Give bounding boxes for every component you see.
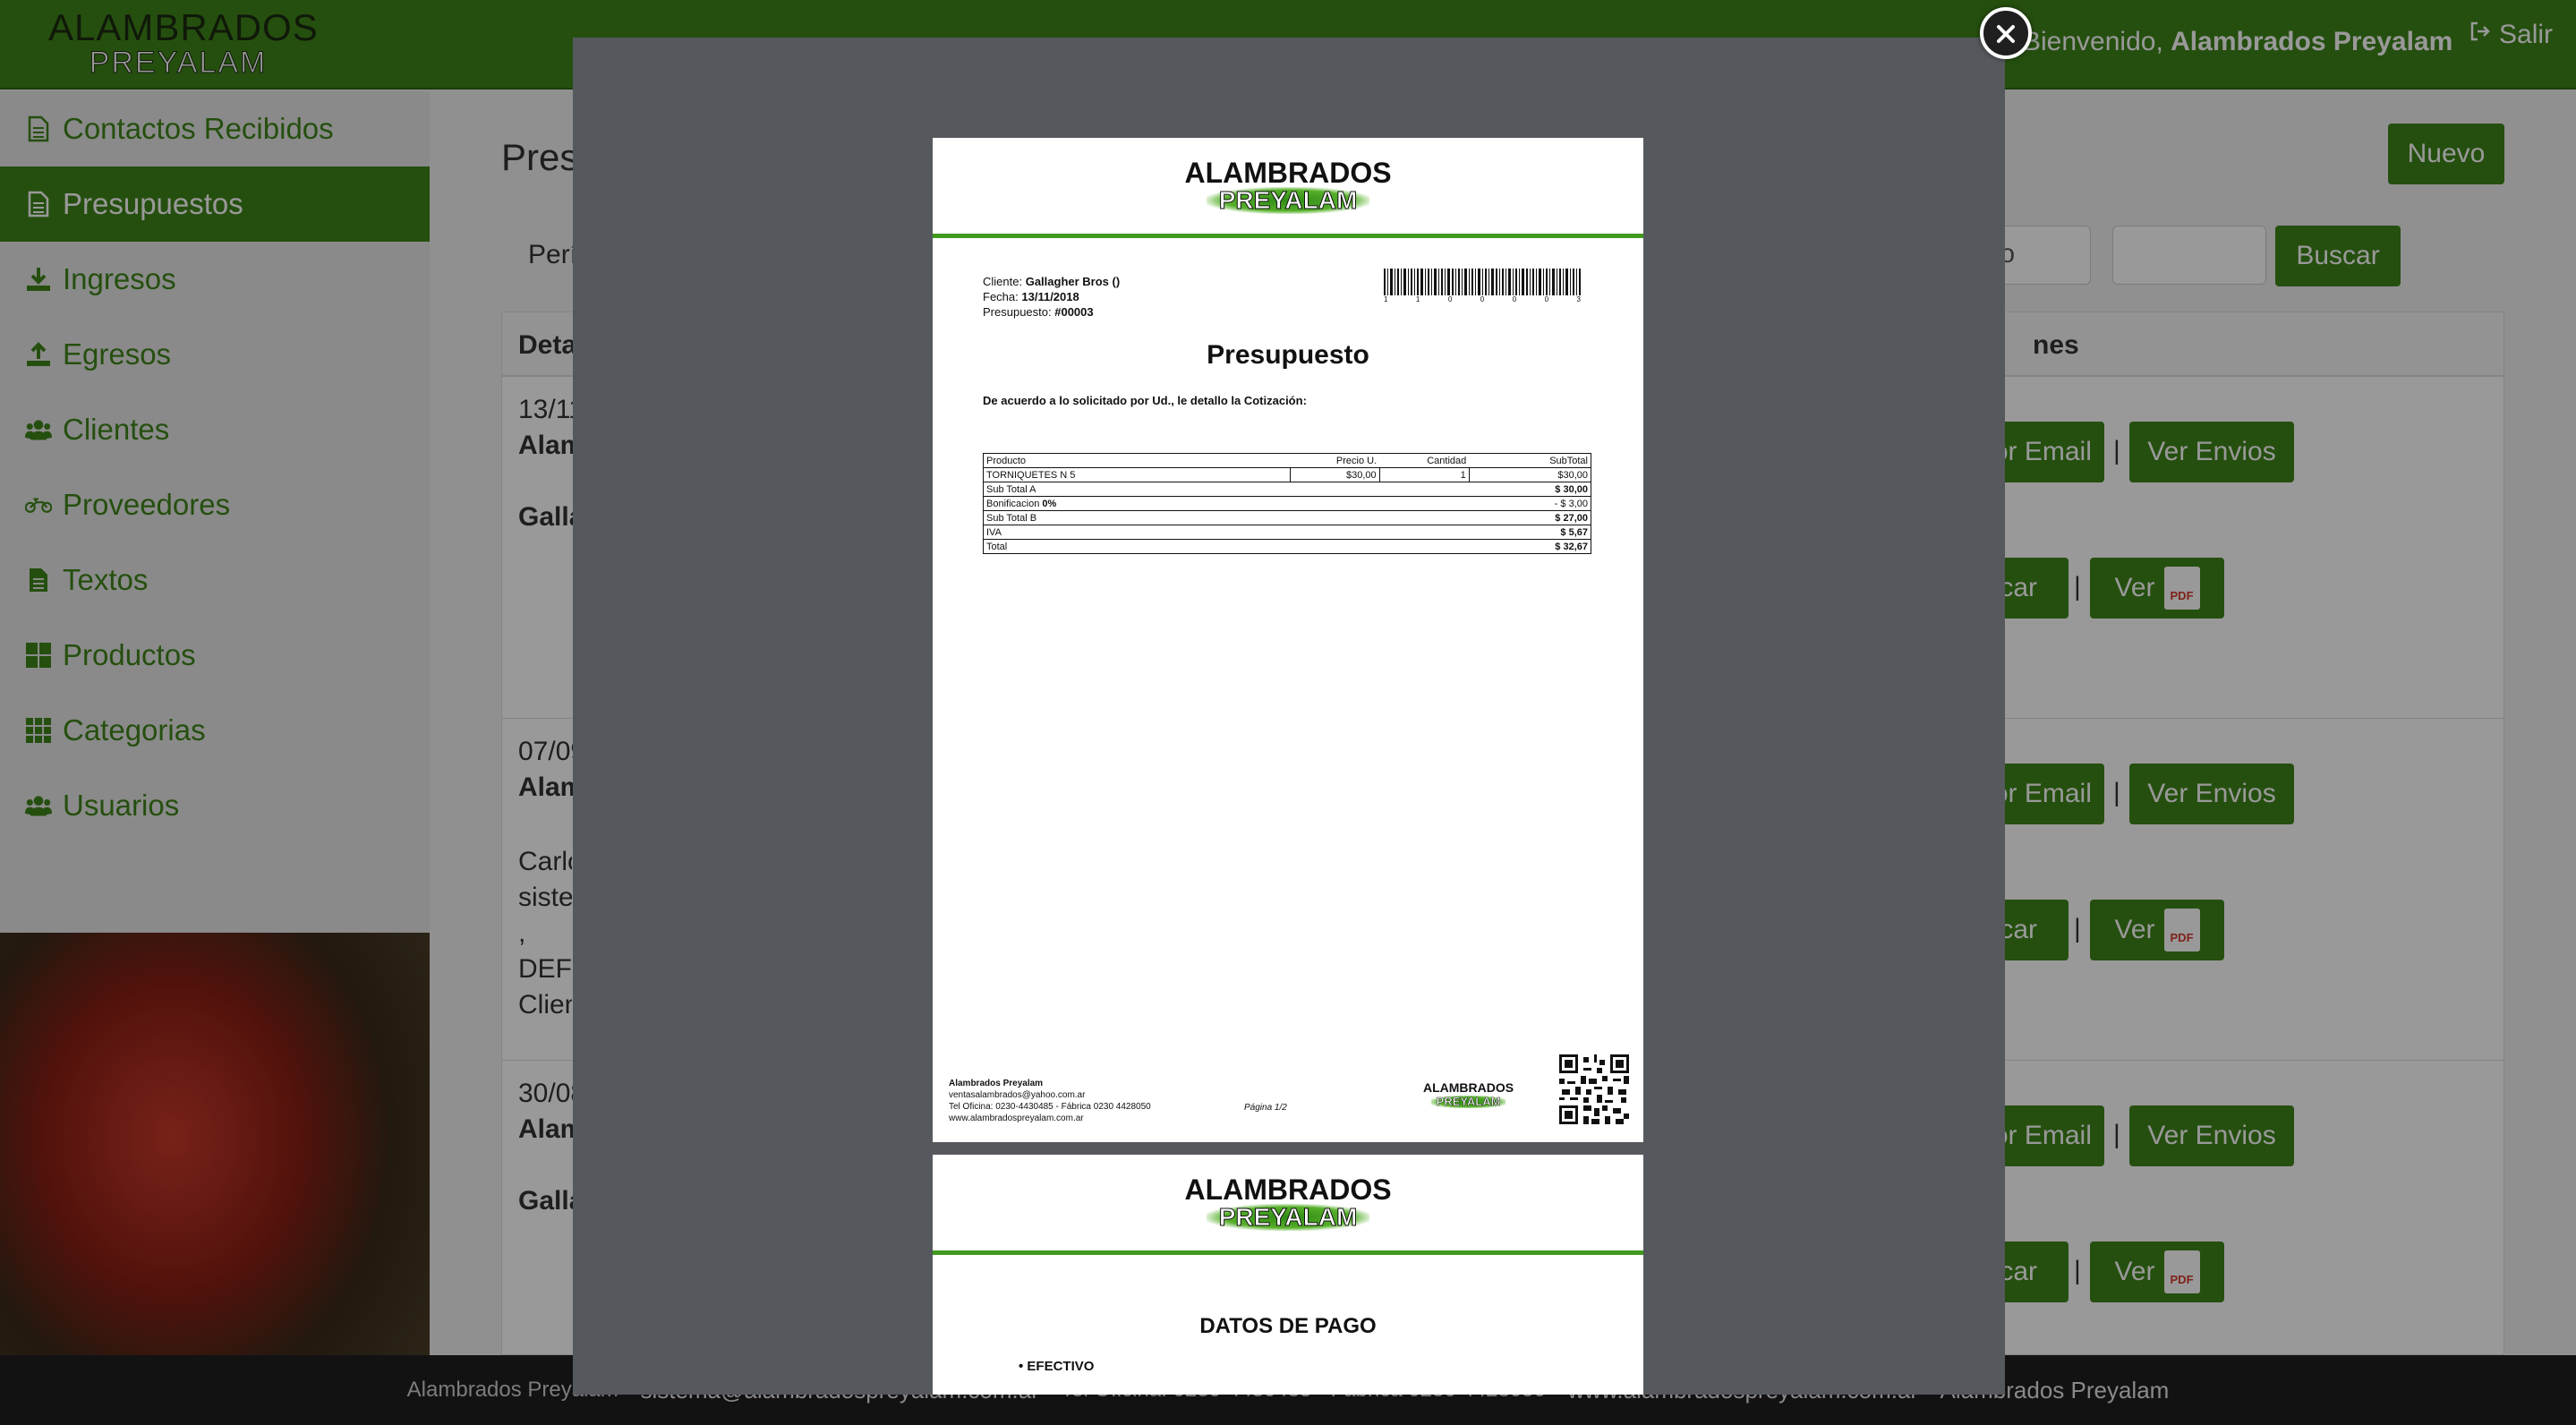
barcode-digit: 0 xyxy=(1544,295,1549,303)
item-subtotal: $30,00 xyxy=(1468,467,1592,482)
barcode-digit: 3 xyxy=(1576,295,1581,303)
sub-total-b-row: Sub Total B $ 27,00 xyxy=(983,510,1591,525)
total-row: Total $ 32,67 xyxy=(983,539,1591,554)
qr-code-icon xyxy=(1559,1054,1629,1124)
pdf-footer-phones: Tel Oficina: 0230-4430485 - Fábrica 0230… xyxy=(949,1102,1151,1112)
iva-value: $ 5,67 xyxy=(1560,526,1588,538)
sub-total-a-label: Sub Total A xyxy=(983,482,1470,497)
pdf-brand-line1: ALAMBRADOS xyxy=(1184,156,1392,189)
barcode-digit: 0 xyxy=(1512,295,1517,303)
fecha-value: 13/11/2018 xyxy=(1021,290,1079,303)
page-number: Página 1/2 xyxy=(1244,1103,1287,1113)
item-qty: 1 xyxy=(1378,467,1470,482)
pdf-footer-logo-line1: ALAMBRADOS xyxy=(1423,1080,1514,1095)
close-modal-button[interactable] xyxy=(1980,7,2032,59)
barcode-digit: 1 xyxy=(1415,295,1420,303)
pdf-footer-name: Alambrados Preyalam xyxy=(949,1079,1044,1088)
pdf-footer-logo: ALAMBRADOS PREYALAM xyxy=(1423,1081,1514,1110)
bonificacion-value: - $ 3,00 xyxy=(1469,496,1591,511)
presupuesto-value: #00003 xyxy=(1054,305,1094,319)
header-subtotal: SubTotal xyxy=(1469,453,1591,468)
pdf-title: Presupuesto xyxy=(1207,340,1369,370)
barcode-digits: 1 1 0 0 0 0 3 xyxy=(1384,295,1581,303)
cliente-value: Gallagher Bros () xyxy=(1025,275,1121,288)
pdf-brand-line1: ALAMBRADOS xyxy=(1184,1173,1392,1206)
table-row: TORNIQUETES N 5 $30,00 1 $30,00 xyxy=(983,467,1592,482)
bonificacion-row: Bonificacion 0% - $ 3,00 xyxy=(983,496,1591,511)
payment-title: DATOS DE PAGO xyxy=(1199,1314,1377,1338)
total-label: Total xyxy=(983,539,1470,554)
item-price: $30,00 xyxy=(1289,467,1380,482)
payment-item: • EFECTIVO xyxy=(1019,1359,1095,1374)
barcode-digit: 0 xyxy=(1480,295,1485,303)
header-price: Precio U. xyxy=(1290,453,1380,468)
items-table: Producto Precio U. Cantidad SubTotal TOR… xyxy=(983,453,1592,554)
bonificacion-label: Bonificacion xyxy=(986,498,1040,509)
pdf-brand-logo: ALAMBRADOS PREYALAM xyxy=(1184,156,1392,214)
barcode-digit: 0 xyxy=(1447,295,1453,303)
pdf-viewer-modal: ALAMBRADOS PREYALAM Cliente: Gallagher B… xyxy=(573,38,2005,1395)
fecha-label: Fecha: xyxy=(983,290,1019,303)
header-product: Producto xyxy=(983,453,1290,468)
iva-row: IVA $ 5,67 xyxy=(983,525,1591,540)
presupuesto-label: Presupuesto: xyxy=(983,305,1052,319)
close-icon xyxy=(1996,14,2016,52)
pdf-footer: Alambrados Preyalam ventasalambrados@yah… xyxy=(949,1078,1151,1124)
pdf-meta: Cliente: Gallagher Bros () Fecha: 13/11/… xyxy=(983,274,1120,320)
pdf-intro: De acuerdo a lo solicitado por Ud., le d… xyxy=(983,394,1307,407)
sub-total-b-label: Sub Total B xyxy=(983,510,1470,525)
barcode-digit: 1 xyxy=(1384,295,1388,303)
item-product: TORNIQUETES N 5 xyxy=(983,467,1291,482)
pdf-footer-logo-line2: PREYALAM xyxy=(1430,1095,1506,1108)
pdf-brand-line2: PREYALAM xyxy=(1206,186,1370,214)
payment-item-label: EFECTIVO xyxy=(1027,1359,1095,1374)
pdf-brand-logo: ALAMBRADOS PREYALAM xyxy=(1184,1173,1392,1231)
bonificacion-pct: 0% xyxy=(1042,498,1057,509)
sub-total-a-row: Sub Total A $ 30,00 xyxy=(983,482,1591,497)
pdf-brand-line2: PREYALAM xyxy=(1206,1203,1370,1231)
iva-label: IVA xyxy=(983,525,1470,540)
header-qty: Cantidad xyxy=(1379,453,1470,468)
barcode xyxy=(1384,269,1581,295)
cliente-label: Cliente: xyxy=(983,275,1023,288)
pdf-header: ALAMBRADOS PREYALAM xyxy=(933,138,1643,238)
pdf-header: ALAMBRADOS PREYALAM xyxy=(933,1155,1643,1255)
sub-total-a-value: $ 30,00 xyxy=(1555,483,1588,495)
sub-total-b-value: $ 27,00 xyxy=(1555,512,1588,524)
items-table-header: Producto Precio U. Cantidad SubTotal xyxy=(983,453,1591,468)
total-value: $ 32,67 xyxy=(1555,541,1588,552)
pdf-page-1: ALAMBRADOS PREYALAM Cliente: Gallagher B… xyxy=(933,138,1643,1142)
pdf-page-2: ALAMBRADOS PREYALAM DATOS DE PAGO • EFEC… xyxy=(933,1155,1643,1395)
pdf-footer-email: ventasalambrados@yahoo.com.ar xyxy=(949,1090,1086,1100)
pdf-footer-web: www.alambradospreyalam.com.ar xyxy=(949,1114,1084,1123)
